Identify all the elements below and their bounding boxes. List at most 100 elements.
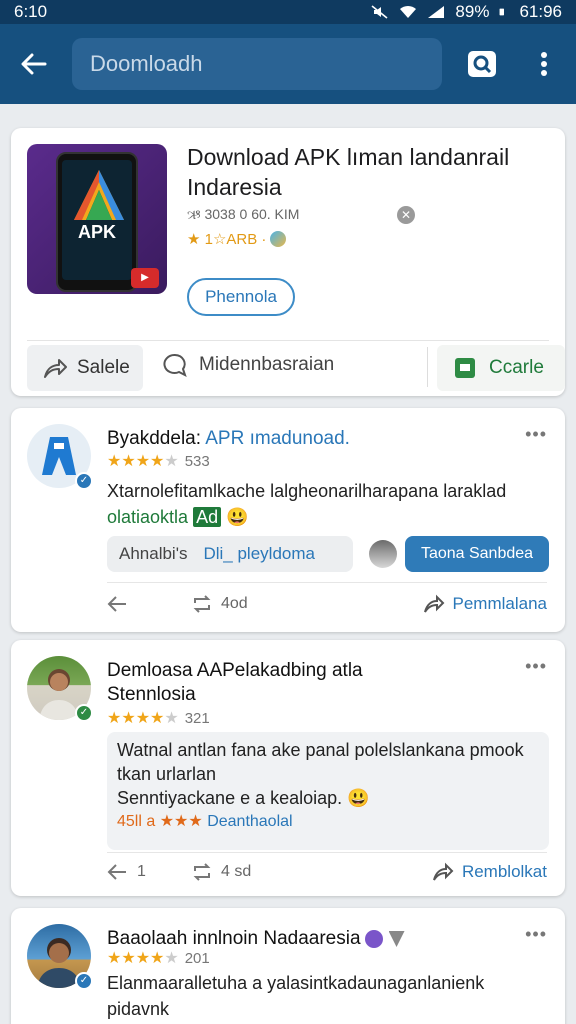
search-input[interactable]: Doomloadh bbox=[72, 38, 442, 90]
post-rating: ★★★★★ 201 bbox=[107, 948, 210, 968]
post-author[interactable]: Byakddela: APR ımadunoad. bbox=[107, 428, 350, 450]
green-text: olatiaoktla bbox=[107, 507, 189, 527]
wifi-icon bbox=[400, 5, 417, 18]
shield-icon bbox=[388, 930, 405, 947]
info-chip[interactable]: Ahnalbi's Dli_ pleyldoma bbox=[107, 536, 353, 572]
rating-count: 321 bbox=[184, 709, 210, 727]
arrow-left-icon bbox=[21, 53, 47, 75]
rating-count: 533 bbox=[184, 452, 210, 470]
post-tag-line: olatiaoktla Ad 😃 bbox=[107, 504, 547, 530]
app-meta: ઋ 3038 0 60. KIM bbox=[187, 206, 300, 222]
mute-icon bbox=[371, 5, 388, 19]
quote-stats: 45ll a ★★★ Deanthaolal bbox=[117, 813, 293, 830]
hero-action-bar: Salele Midennbasraian Ccarle bbox=[27, 340, 565, 391]
quote-link[interactable]: Deanthaolal bbox=[207, 813, 292, 830]
app-rating: ★ 1☆ARB · bbox=[187, 230, 287, 248]
author-name: Byakddela: bbox=[107, 428, 206, 449]
close-icon[interactable]: ✕ bbox=[397, 206, 415, 224]
status-clock: 61:96 bbox=[519, 2, 562, 21]
battery-icon bbox=[500, 8, 505, 16]
mini-avatar bbox=[369, 540, 397, 568]
post-card: ✓ Byakddela: APR ımadunoad. ••• ★★★★★ 53… bbox=[11, 408, 565, 632]
search-icon bbox=[468, 51, 496, 77]
more-options-button[interactable] bbox=[528, 48, 560, 80]
reply-button[interactable] bbox=[107, 595, 191, 613]
reply-button[interactable]: 1 bbox=[107, 863, 191, 881]
reply-icon bbox=[107, 864, 126, 880]
star-rating-icon: ★★★★★ bbox=[107, 710, 179, 727]
share-icon bbox=[423, 594, 444, 613]
verified-icon: ✓ bbox=[75, 972, 93, 990]
quote-line-emoji: Senntiyackane e a kealoiap. 😃 bbox=[117, 788, 370, 808]
chip-row: Ahnalbi's Dli_ pleyldoma Taona Sanbdea bbox=[107, 536, 549, 576]
share-post-label: Pemmlalana bbox=[452, 594, 548, 613]
ad-tag: Ad bbox=[193, 507, 222, 527]
primary-button[interactable]: Phennola bbox=[187, 278, 295, 316]
more-options-icon[interactable]: ••• bbox=[525, 656, 547, 677]
post-card: ✓ Demloasa AAPelakadbing atla Stennlosia… bbox=[11, 640, 565, 896]
app-bar-actions bbox=[466, 48, 560, 80]
app-logo-icon bbox=[42, 437, 76, 475]
apk-thumbnail[interactable]: APK ▶ bbox=[27, 144, 167, 294]
share-icon bbox=[44, 359, 67, 378]
more-vertical-icon bbox=[541, 52, 547, 76]
create-button[interactable]: Ccarle bbox=[437, 345, 565, 391]
post-rating: ★★★★★ 533 bbox=[107, 451, 210, 471]
create-icon bbox=[455, 358, 475, 378]
comment-button[interactable]: Midennbasraian bbox=[163, 353, 334, 377]
repost-icon bbox=[193, 863, 211, 881]
reply-count: 1 bbox=[137, 863, 146, 880]
post-body: Xtarnolefitamlkache lalgheonarilharapana… bbox=[107, 478, 547, 530]
share-post-button[interactable]: Remblolkat bbox=[432, 862, 547, 882]
repost-button[interactable]: 4 sd bbox=[191, 863, 251, 881]
star-rating-icon: ★★★★★ bbox=[107, 950, 179, 967]
back-button[interactable] bbox=[16, 46, 52, 82]
post-card: ✓ Baaolaah innlnoin Nadaaresia ••• ★★★★★… bbox=[11, 908, 565, 1024]
divider bbox=[107, 852, 547, 853]
share-icon bbox=[432, 862, 454, 881]
divider bbox=[107, 582, 547, 583]
signal-icon bbox=[428, 6, 445, 18]
status-icons: 89% 61:96 bbox=[371, 2, 562, 22]
rating-text: ★ 1☆ARB · bbox=[187, 231, 267, 248]
share-button[interactable]: Salele bbox=[27, 345, 143, 391]
quoted-post[interactable]: Watnal antlan fana ake panal polelslanka… bbox=[107, 732, 549, 850]
post-author[interactable]: Demloasa AAPelakadbing atla bbox=[107, 660, 363, 682]
share-post-label: Remblolkat bbox=[461, 862, 547, 881]
share-post-button[interactable]: Pemmlalana bbox=[423, 594, 548, 614]
video-badge: ▶ bbox=[131, 268, 159, 288]
repost-count: 4 sd bbox=[221, 863, 252, 880]
page-title: Download APK lıman landanrail Indaresia bbox=[187, 144, 510, 200]
search-placeholder: Doomloadh bbox=[90, 51, 203, 76]
globe-icon bbox=[270, 231, 287, 247]
app-bar: Doomloadh bbox=[0, 24, 576, 104]
star-rating-icon: ★★★★★ bbox=[107, 453, 179, 470]
create-label: Ccarle bbox=[489, 357, 544, 378]
more-options-icon[interactable]: ••• bbox=[525, 924, 547, 945]
post-text: Xtarnolefitamlkache lalgheonarilharapana… bbox=[107, 481, 507, 501]
more-options-icon[interactable]: ••• bbox=[525, 424, 547, 445]
share-label: Salele bbox=[77, 357, 130, 378]
follow-chip[interactable]: Taona Sanbdea bbox=[405, 536, 549, 572]
chip-label-2: Dli_ pleyldoma bbox=[203, 544, 315, 563]
star-icon: ★★★ bbox=[159, 813, 203, 830]
repost-count: 4od bbox=[221, 595, 248, 612]
post-rating: ★★★★★ 321 bbox=[107, 708, 210, 728]
repost-button[interactable]: 4od bbox=[191, 595, 248, 613]
search-button[interactable] bbox=[466, 48, 498, 80]
post-author[interactable]: Baaolaah innlnoin Nadaaresia bbox=[107, 928, 405, 950]
comment-icon bbox=[163, 353, 187, 377]
post-body: Elanmaaralletuha a yalasintkadaunaganlan… bbox=[107, 973, 485, 1019]
author-link[interactable]: APR ımadunoad. bbox=[205, 428, 350, 449]
status-time: 6:10 bbox=[14, 2, 48, 21]
emoji-icon: 😃 bbox=[347, 788, 370, 808]
rating-count: 201 bbox=[184, 949, 210, 967]
badge-icon bbox=[364, 929, 383, 948]
battery-percent: 89% bbox=[455, 2, 490, 21]
status-bar: 6:10 89% 61:96 bbox=[0, 0, 576, 24]
apk-thumb-text: APK bbox=[77, 222, 116, 242]
quote-line: Watnal antlan fana ake panal polelslanka… bbox=[117, 740, 524, 760]
post-actions: 4od Pemmlalana bbox=[107, 594, 547, 614]
app-download-card: APK ▶ Download APK lıman landanrail Inda… bbox=[11, 128, 565, 396]
quote-line: tkan urlarlan bbox=[117, 764, 217, 784]
